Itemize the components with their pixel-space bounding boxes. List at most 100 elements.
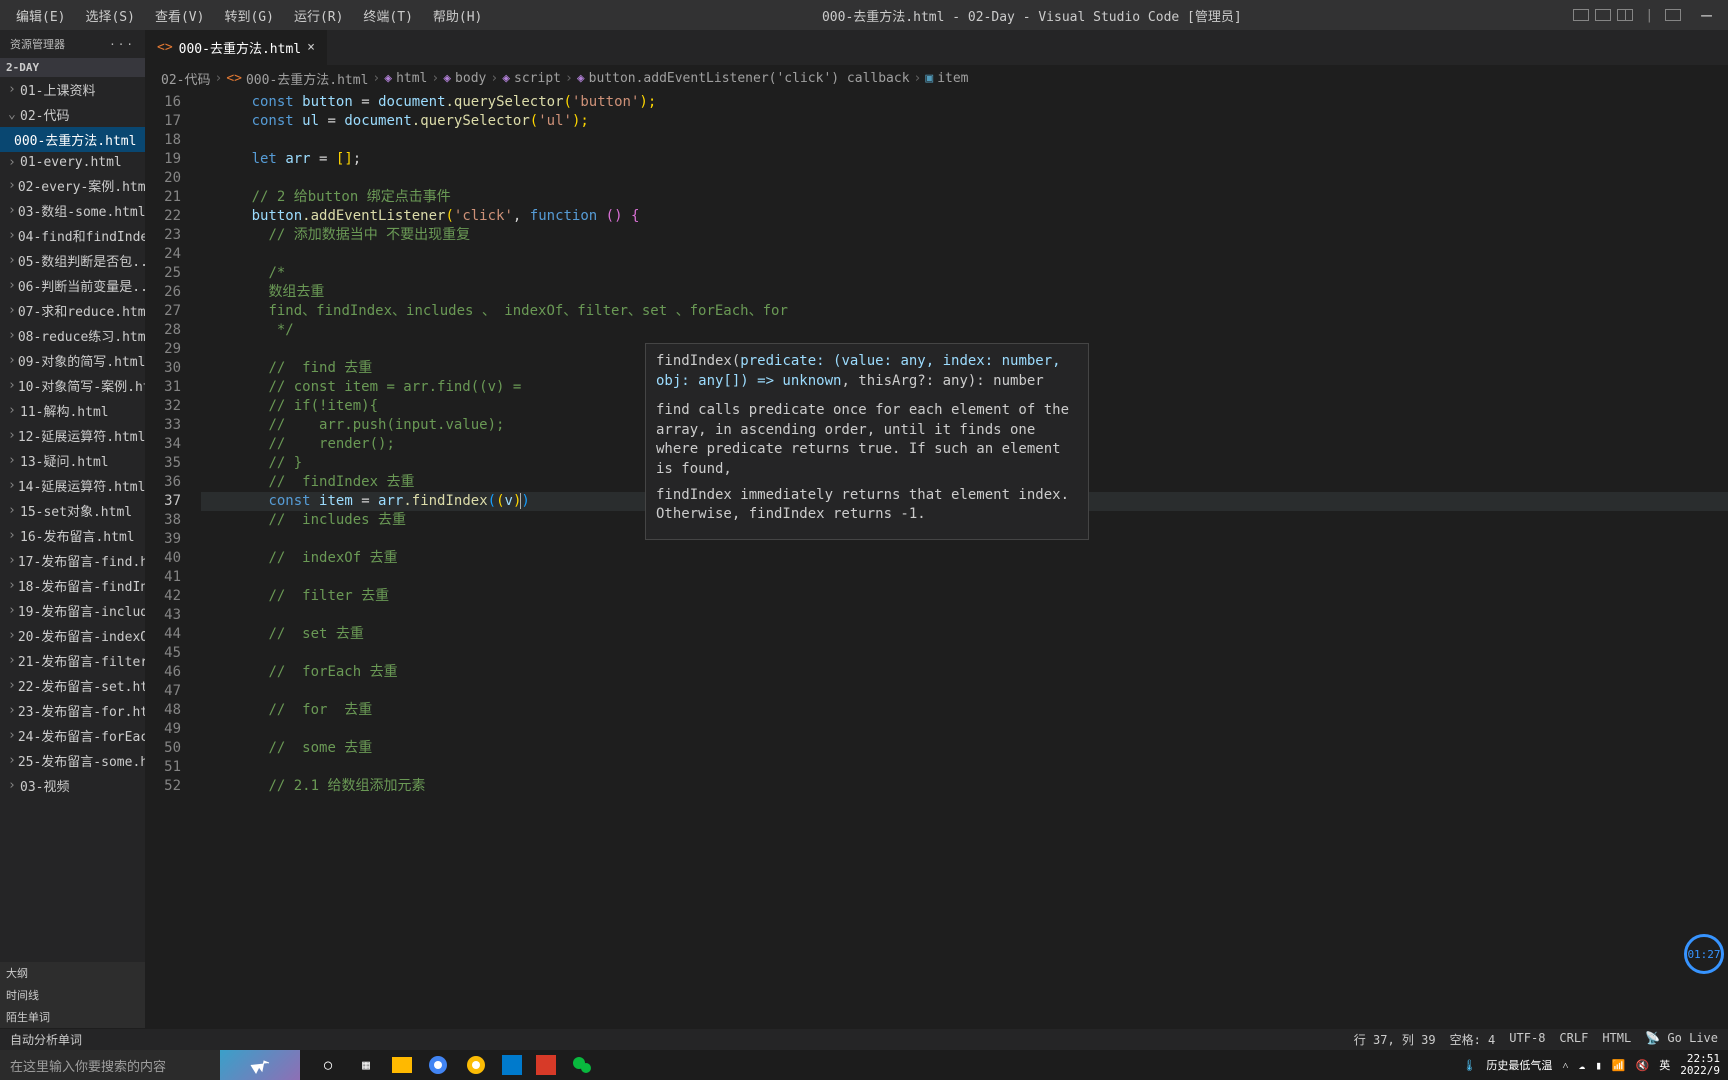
volume-icon[interactable]: 🔇: [1636, 1059, 1650, 1072]
file-02[interactable]: 02-every-案例.html: [0, 173, 145, 198]
file-08[interactable]: 08-reduce练习.html: [0, 323, 145, 348]
outline-section[interactable]: 大纲: [0, 962, 145, 984]
folder-lesson[interactable]: 01-上课资料: [0, 77, 145, 102]
file-13[interactable]: 13-疑问.html: [0, 448, 145, 473]
file-09[interactable]: 09-对象的简写.html: [0, 348, 145, 373]
file-01[interactable]: 01-every.html: [0, 152, 145, 173]
taskbar-clock[interactable]: 22:51 2022/9: [1680, 1053, 1720, 1077]
file-14[interactable]: 14-延展运算符.html: [0, 473, 145, 498]
timeline-section[interactable]: 时间线: [0, 984, 145, 1006]
tab-active[interactable]: <> 000-去重方法.html ×: [145, 30, 328, 65]
file-16[interactable]: 16-发布留言.html: [0, 523, 145, 548]
folder-video[interactable]: 03-视频: [0, 773, 145, 798]
task-view-icon[interactable]: ▦: [354, 1053, 378, 1077]
crumb-file[interactable]: 000-去重方法.html: [246, 69, 368, 88]
menu-run[interactable]: 运行(R): [286, 2, 351, 29]
file-21[interactable]: 21-发布留言-filter.ht...: [0, 648, 145, 673]
code-lines[interactable]: const button = document.querySelector('b…: [201, 91, 1728, 1028]
file-22[interactable]: 22-发布留言-set.html: [0, 673, 145, 698]
crumb-callback[interactable]: button.addEventListener('click') callbac…: [589, 71, 910, 86]
file-24[interactable]: 24-发布留言-forEac...: [0, 723, 145, 748]
menu-edit[interactable]: 编辑(E): [8, 2, 73, 29]
html-icon: <>: [157, 40, 173, 55]
taskbar-apps: ◯ ▦: [300, 1053, 610, 1077]
file-25[interactable]: 25-发布留言-some.h...: [0, 748, 145, 773]
file-10[interactable]: 10-对象简写-案例.ht...: [0, 373, 145, 398]
minimize-button[interactable]: —: [1693, 5, 1720, 26]
battery-icon[interactable]: ▮: [1595, 1059, 1602, 1072]
windows-taskbar: 在这里输入你要搜索的内容 ◯ ▦ 🌡 历史最低气温 ˄ ☁ ▮ 📶 🔇 英 22…: [0, 1050, 1728, 1080]
menu-view[interactable]: 查看(V): [147, 2, 212, 29]
start-icon[interactable]: ◯: [316, 1053, 340, 1077]
tray-up-icon[interactable]: ˄: [1562, 1059, 1568, 1072]
file-12[interactable]: 12-延展运算符.html: [0, 423, 145, 448]
breadcrumbs[interactable]: 02-代码› <> 000-去重方法.html› ◈ html› ◈ body›…: [145, 65, 1728, 91]
file-17[interactable]: 17-发布留言-find.html: [0, 548, 145, 573]
cube-icon: ◈: [502, 71, 510, 86]
layout-right-icon[interactable]: [1617, 9, 1633, 21]
customize-layout-icon[interactable]: [1665, 9, 1681, 21]
weather-text[interactable]: 历史最低气温: [1486, 1057, 1552, 1073]
crumb-html[interactable]: html: [396, 71, 427, 86]
status-spaces[interactable]: 空格: 4: [1450, 1031, 1496, 1048]
explorer-more-icon[interactable]: ···: [109, 38, 135, 51]
onedrive-icon[interactable]: ☁: [1579, 1059, 1586, 1072]
workspace-root[interactable]: 2-DAY: [0, 58, 145, 77]
status-eol[interactable]: CRLF: [1559, 1031, 1588, 1048]
file-18[interactable]: 18-发布留言-findInd...: [0, 573, 145, 598]
explorer-title: 资源管理器: [10, 36, 65, 52]
app-red-icon[interactable]: [536, 1055, 556, 1075]
signature-desc1: find calls predicate once for each eleme…: [656, 401, 1078, 479]
file-07[interactable]: 07-求和reduce.html: [0, 298, 145, 323]
crumb-item[interactable]: item: [937, 71, 968, 86]
layout-bottom-icon[interactable]: [1595, 9, 1611, 21]
file-20[interactable]: 20-发布留言-indexO...: [0, 623, 145, 648]
line-gutter: 1617181920212223242526272829303132333435…: [145, 91, 201, 1028]
title-controls: | —: [1573, 5, 1720, 26]
file-03[interactable]: 03-数组-some.html: [0, 198, 145, 223]
status-cursor[interactable]: 行 37, 列 39: [1354, 1031, 1436, 1048]
wifi-icon[interactable]: 📶: [1612, 1059, 1626, 1072]
chrome-icon[interactable]: [426, 1053, 450, 1077]
code-editor[interactable]: 1617181920212223242526272829303132333435…: [145, 91, 1728, 1028]
crumb-folder[interactable]: 02-代码: [161, 69, 210, 88]
file-05[interactable]: 05-数组判断是否包...: [0, 248, 145, 273]
file-06[interactable]: 06-判断当前变量是...: [0, 273, 145, 298]
file-23[interactable]: 23-发布留言-for.html: [0, 698, 145, 723]
crumb-script[interactable]: script: [514, 71, 561, 86]
signature-desc2: findIndex immediately returns that eleme…: [656, 486, 1078, 525]
ime-indicator[interactable]: 英: [1659, 1057, 1670, 1073]
signature-text: findIndex(predicate: (value: any, index:…: [656, 352, 1078, 391]
crumb-body[interactable]: body: [455, 71, 486, 86]
window-title: 000-去重方法.html - 02-Day - Visual Studio C…: [490, 6, 1573, 25]
status-golive[interactable]: 📡 Go Live: [1645, 1031, 1718, 1048]
menu-help[interactable]: 帮助(H): [425, 2, 490, 29]
status-left[interactable]: 自动分析单词: [10, 1031, 82, 1048]
status-bar: 自动分析单词 行 37, 列 39 空格: 4 UTF-8 CRLF HTML …: [0, 1028, 1728, 1050]
menu-select[interactable]: 选择(S): [77, 2, 142, 29]
timer-badge[interactable]: 01:27: [1684, 934, 1724, 974]
menu-terminal[interactable]: 终端(T): [355, 2, 420, 29]
thermometer-icon[interactable]: 🌡: [1462, 1059, 1476, 1072]
taskbar-search[interactable]: 在这里输入你要搜索的内容: [0, 1050, 220, 1080]
status-encoding[interactable]: UTF-8: [1509, 1031, 1545, 1048]
file-19[interactable]: 19-发布留言-include...: [0, 598, 145, 623]
layout-left-icon[interactable]: [1573, 9, 1589, 21]
chrome-canary-icon[interactable]: [464, 1053, 488, 1077]
vscode-icon[interactable]: [502, 1055, 522, 1075]
var-icon: ▣: [925, 71, 933, 86]
wechat-icon[interactable]: [570, 1053, 594, 1077]
file-11[interactable]: 11-解构.html: [0, 398, 145, 423]
file-000[interactable]: 000-去重方法.html: [0, 127, 145, 152]
menu-goto[interactable]: 转到(G): [216, 2, 281, 29]
cortana-icon[interactable]: [220, 1050, 300, 1080]
cube-icon: ◈: [384, 71, 392, 86]
status-lang[interactable]: HTML: [1602, 1031, 1631, 1048]
file-04[interactable]: 04-find和findIndex.h...: [0, 223, 145, 248]
close-icon[interactable]: ×: [307, 40, 315, 55]
unknown-words-section[interactable]: 陌生单词: [0, 1006, 145, 1028]
editor-tabs: <> 000-去重方法.html ×: [145, 30, 1728, 65]
folder-code[interactable]: 02-代码: [0, 102, 145, 127]
file-explorer-icon[interactable]: [392, 1057, 412, 1073]
file-15[interactable]: 15-set对象.html: [0, 498, 145, 523]
